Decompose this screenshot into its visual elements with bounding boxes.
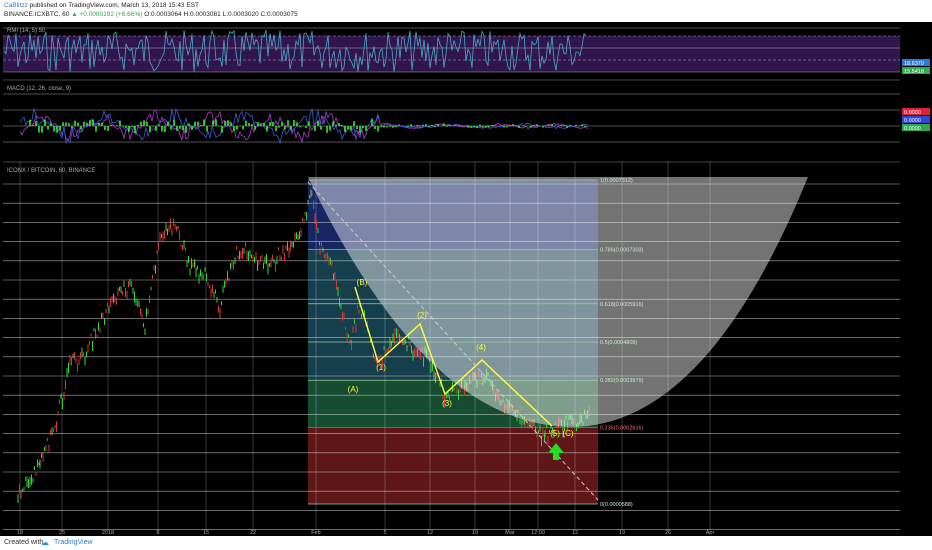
tradingview-logo-icon: ☁ (41, 538, 49, 547)
fib-level-label: 1(0.0007312) (600, 178, 633, 184)
rsi-label: RMI (14, 5) 50 (7, 28, 46, 34)
main-pane-label: ICONX / BITCOIN, 60, BINANCE (7, 168, 95, 174)
wave-label: (A) (348, 385, 359, 394)
tradingview-brand[interactable]: TradingView (54, 539, 93, 546)
symbol-label: BINANCE:ICXBTC, 60 (4, 11, 70, 18)
author-link[interactable]: CaBlitzz (4, 2, 28, 9)
created-with-text: Created with (4, 539, 44, 546)
wave-label: (1) (376, 363, 386, 372)
ohlc-values: O:0.0003064 H:0.0003081 L:0.0003020 C:0.… (142, 11, 298, 18)
rsi-band (3, 36, 900, 72)
wave-label: (5) (550, 429, 560, 438)
fib-level-label: 0.382(0.0003979) (600, 378, 644, 384)
macd-tag-value: 0.0000 (904, 126, 921, 132)
chart-header: CaBlitzz published on TradingView.com, M… (0, 0, 932, 22)
fib-level-label: 0(0.0000588) (600, 502, 633, 508)
rsi-tag-value: 18.6379 (904, 61, 924, 67)
price-axis (900, 22, 932, 536)
price-change: ▲ +0.0000192 (+6.66%) (69, 11, 143, 18)
macd-tag-value: 0.0000 (904, 118, 921, 124)
publish-info: published on TradingView.com, March 13, … (27, 2, 199, 9)
ticker-line: BINANCE:ICXBTC, 60 ▲ +0.0000192 (+6.66%)… (4, 11, 298, 18)
macd-tag-value: 0.0000 (904, 110, 921, 116)
macd-label: MACD (12, 26, close, 9) (7, 86, 71, 92)
chart-footer: Created with ☁ TradingView (0, 536, 932, 550)
rsi-tag-value: 15.5418 (904, 69, 924, 75)
wave-label: (B) (357, 278, 368, 287)
wave-label: (C) (562, 429, 573, 438)
publish-line: CaBlitzz published on TradingView.com, M… (4, 2, 199, 9)
fib-level-label: 0.618(0.0005916) (600, 302, 644, 308)
fib-level-label: 0.786(0.0007303) (600, 247, 644, 253)
price-chart[interactable]: RMI (14, 5) 50 18.6379 15.5418 MACD (12, 26… (0, 22, 932, 536)
wave-label: (4) (476, 343, 486, 352)
fib-level-label: 0.236(0.0002616) (600, 426, 644, 432)
fib-level-label: 0.5(0.0004808) (600, 340, 637, 346)
wave-label: (2) (417, 311, 427, 320)
wave-label: (3) (442, 399, 452, 408)
fib-zone (308, 427, 598, 504)
